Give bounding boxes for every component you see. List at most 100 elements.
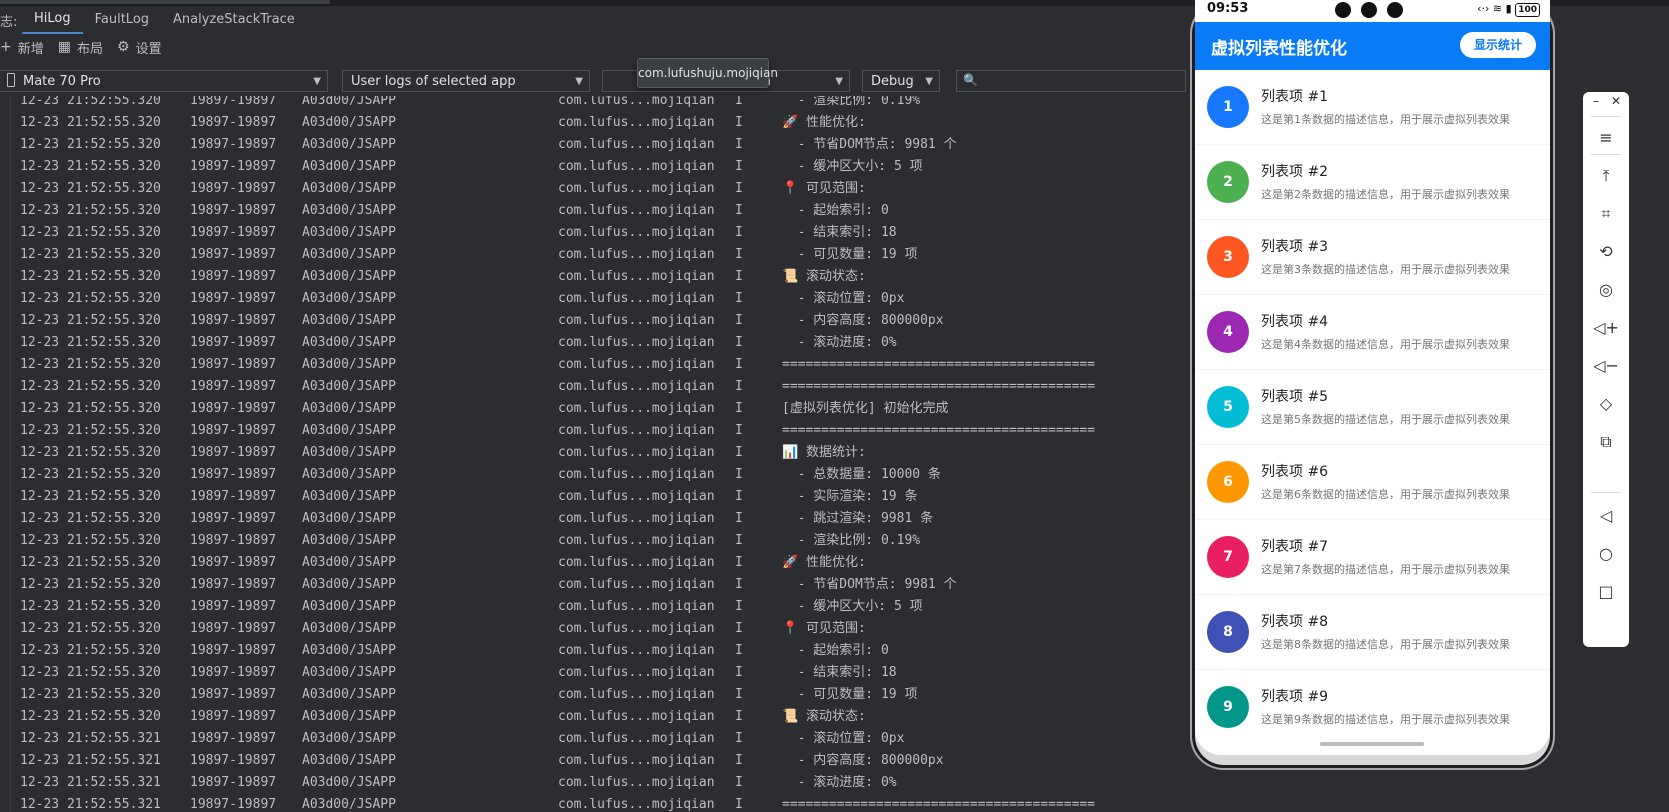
log-pid: 19897-19897 [190, 203, 277, 218]
log-time: 12-23 21:52:55.320 [20, 379, 161, 394]
log-message: - 滚动位置: 0px [782, 291, 905, 306]
log-tag: A03d00/JSAPP [302, 533, 396, 548]
log-pid: 19897-19897 [190, 335, 277, 350]
device-icon [7, 73, 15, 87]
log-scope-select[interactable]: User logs of selected app ▼ [342, 70, 590, 92]
log-pid: 19897-19897 [190, 775, 277, 790]
device-select[interactable]: Mate 70 Pro ▼ [0, 70, 328, 92]
list-item[interactable]: 9 列表项 #9 这是第9条数据的描述信息，用于展示虚拟列表效果 [1195, 670, 1550, 730]
log-tag: A03d00/JSAPP [302, 753, 396, 768]
pin-top-icon[interactable]: ⤒ [1583, 166, 1629, 186]
log-package: com.lufus...mojiqian [558, 96, 715, 108]
tab-analyzestacktrace[interactable]: AnalyzeStackTrace [161, 7, 307, 33]
log-row: 12-23 21:52:55.320 19897-19897 A03d00/JSAP… [0, 640, 1190, 662]
list-item[interactable]: 1 列表项 #1 这是第1条数据的描述信息，用于展示虚拟列表效果 [1195, 70, 1550, 144]
log-time: 12-23 21:52:55.320 [20, 709, 161, 724]
log-tag: A03d00/JSAPP [302, 335, 396, 350]
settings-button[interactable]: ⚙ 设置 [117, 38, 162, 57]
list-item[interactable]: 5 列表项 #5 这是第5条数据的描述信息，用于展示虚拟列表效果 [1195, 370, 1550, 444]
log-message: - 滚动进度: 0% [782, 335, 897, 350]
log-level: I [735, 291, 743, 306]
log-pid: 19897-19897 [190, 225, 277, 240]
list-item[interactable]: 6 列表项 #6 这是第6条数据的描述信息，用于展示虚拟列表效果 [1195, 445, 1550, 519]
log-tag: A03d00/JSAPP [302, 709, 396, 724]
log-message: ======================================== [782, 423, 1096, 438]
rotate-icon[interactable]: ⟲ [1583, 242, 1629, 261]
crop-icon[interactable]: ⌗ [1583, 204, 1629, 224]
tab-hilog[interactable]: HiLog [22, 6, 83, 34]
log-scope-value: User logs of selected app [351, 74, 516, 89]
home-indicator[interactable] [1320, 742, 1424, 746]
log-message: ======================================== [782, 357, 1096, 372]
app-bar: 虚拟列表性能优化 显示统计 [1195, 22, 1550, 70]
log-view[interactable]: 12-23 21:52:55.320 19897-19897 A03d00/JSAP… [0, 96, 1190, 812]
chevron-down-icon: ▼ [313, 76, 321, 87]
level-select[interactable]: Debug ▼ [862, 70, 940, 92]
virtual-list[interactable]: 1 列表项 #1 这是第1条数据的描述信息，用于展示虚拟列表效果 2 列表项 #2 这是第… [1195, 70, 1550, 730]
log-search-input[interactable]: 🔍 [956, 70, 1186, 92]
list-item[interactable]: 7 列表项 #7 这是第7条数据的描述信息，用于展示虚拟列表效果 [1195, 520, 1550, 594]
log-pid: 19897-19897 [190, 96, 277, 108]
level-value: Debug [871, 74, 914, 89]
log-row: 12-23 21:52:55.320 19897-19897 A03d00/JSAP… [0, 244, 1190, 266]
log-message: 🚀 性能优化: [782, 555, 866, 570]
menu-icon[interactable]: ≡ [1583, 128, 1629, 147]
log-tag: A03d00/JSAPP [302, 643, 396, 658]
screenshot-icon[interactable]: ◎ [1583, 280, 1629, 299]
item-avatar: 6 [1207, 461, 1249, 503]
log-pid: 19897-19897 [190, 159, 277, 174]
log-tag: A03d00/JSAPP [302, 577, 396, 592]
log-pid: 19897-19897 [190, 599, 277, 614]
shake-icon[interactable]: ◇ [1583, 394, 1629, 413]
list-item[interactable]: 8 列表项 #8 这是第8条数据的描述信息，用于展示虚拟列表效果 [1195, 595, 1550, 669]
log-pid: 19897-19897 [190, 511, 277, 526]
log-level: I [735, 159, 743, 174]
log-package: com.lufus...mojiqian [558, 247, 715, 262]
back-icon[interactable]: ◁ [1583, 506, 1629, 525]
log-message: 📍 可见范围: [782, 181, 866, 196]
log-level: I [735, 401, 743, 416]
log-time: 12-23 21:52:55.320 [20, 115, 161, 130]
show-stats-button[interactable]: 显示统计 [1459, 32, 1536, 58]
log-package: com.lufus...mojiqian [558, 621, 715, 636]
log-level: I [735, 379, 743, 394]
log-time: 12-23 21:52:55.320 [20, 511, 161, 526]
tab-prefix: 志: [0, 14, 18, 30]
log-package: com.lufus...mojiqian [558, 379, 715, 394]
log-level: I [735, 731, 743, 746]
copy-screen-icon[interactable]: ⧉ [1583, 432, 1629, 452]
log-level: I [735, 621, 743, 636]
list-item[interactable]: 2 列表项 #2 这是第2条数据的描述信息，用于展示虚拟列表效果 [1195, 145, 1550, 219]
home-icon[interactable]: ○ [1583, 544, 1629, 563]
new-button[interactable]: + 新增 [0, 38, 44, 57]
item-title: 列表项 #8 [1261, 614, 1329, 630]
log-row: 12-23 21:52:55.320 19897-19897 A03d00/JSAP… [0, 398, 1190, 420]
log-row: 12-23 21:52:55.320 19897-19897 A03d00/JSAP… [0, 464, 1190, 486]
minimize-icon[interactable]: – [1585, 94, 1607, 108]
log-time: 12-23 21:52:55.320 [20, 96, 161, 108]
chevron-down-icon: ▼ [925, 76, 933, 87]
tab-faultlog[interactable]: FaultLog [83, 7, 161, 33]
log-tag: A03d00/JSAPP [302, 489, 396, 504]
recents-icon[interactable]: □ [1583, 582, 1629, 601]
list-item[interactable]: 4 列表项 #4 这是第4条数据的描述信息，用于展示虚拟列表效果 [1195, 295, 1550, 369]
phone-screen[interactable]: 09:53 ‹·› ≋ ▮ 100 虚拟列表性能优化 显示统计 1 列表项 #1 这… [1195, 0, 1550, 755]
volume-down-icon[interactable]: ◁− [1583, 356, 1629, 375]
log-message: - 缓冲区大小: 5 项 [782, 599, 923, 614]
item-avatar: 8 [1207, 611, 1249, 653]
log-message: - 滚动位置: 0px [782, 731, 905, 746]
log-message: [虚拟列表优化] 初始化完成 [782, 401, 949, 416]
log-time: 12-23 21:52:55.320 [20, 181, 161, 196]
log-pid: 19897-19897 [190, 291, 277, 306]
log-pid: 19897-19897 [190, 555, 277, 570]
volume-up-icon[interactable]: ◁+ [1583, 318, 1629, 337]
log-package: com.lufus...mojiqian [558, 313, 715, 328]
log-package: com.lufus...mojiqian [558, 687, 715, 702]
log-level: I [735, 775, 743, 790]
log-tag: A03d00/JSAPP [302, 797, 396, 812]
layout-button[interactable]: ▦ 布局 [58, 38, 103, 57]
list-item[interactable]: 3 列表项 #3 这是第3条数据的描述信息，用于展示虚拟列表效果 [1195, 220, 1550, 294]
log-pid: 19897-19897 [190, 731, 277, 746]
log-row: 12-23 21:52:55.321 19897-19897 A03d00/JSAP… [0, 772, 1190, 794]
close-icon[interactable]: ✕ [1605, 94, 1627, 108]
